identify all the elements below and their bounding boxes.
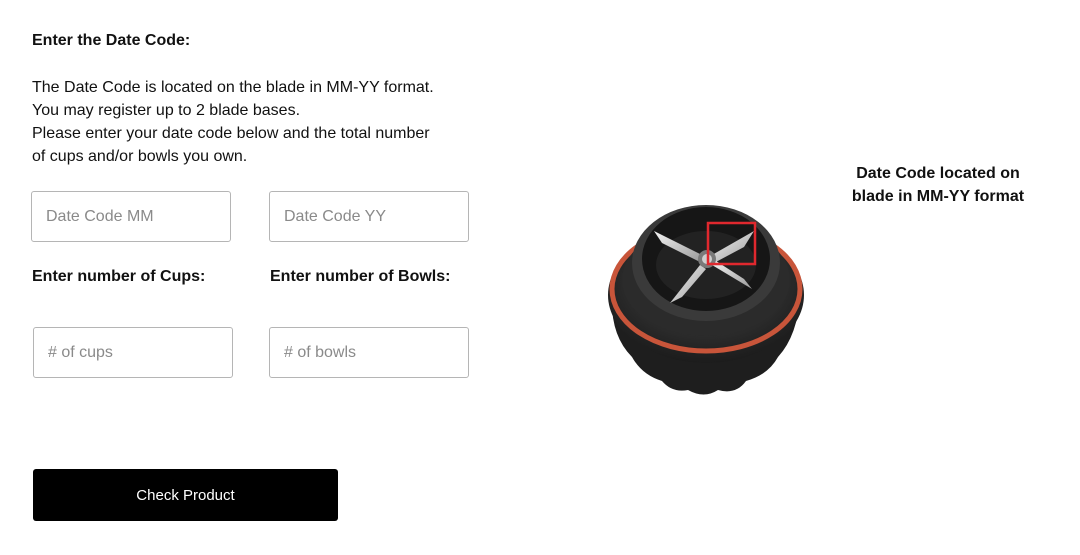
instruction-line: of cups and/or bowls you own. [32,148,248,165]
bowls-label: Enter number of Bowls: [270,268,451,285]
instruction-line: Please enter your date code below and th… [32,125,430,142]
date-code-yy-input[interactable] [269,191,469,242]
blade-base-body [608,205,804,395]
cups-count-input[interactable] [33,327,233,378]
instruction-line: You may register up to 2 blade bases. [32,102,301,119]
caption-line: blade in MM-YY format [851,188,1025,205]
date-code-heading: Enter the Date Code: [32,32,191,49]
date-code-instructions: The Date Code is located on the blade in… [32,76,472,168]
bowls-count-input[interactable] [269,327,469,378]
caption-line: Date Code located on [856,165,1020,182]
date-code-caption: Date Code located on blade in MM-YY form… [838,162,1038,208]
instruction-line: The Date Code is located on the blade in… [32,79,434,96]
blade-base-image [608,205,804,395]
cups-label: Enter number of Cups: [32,268,206,285]
check-product-button[interactable]: Check Product [33,469,338,521]
date-code-mm-input[interactable] [31,191,231,242]
